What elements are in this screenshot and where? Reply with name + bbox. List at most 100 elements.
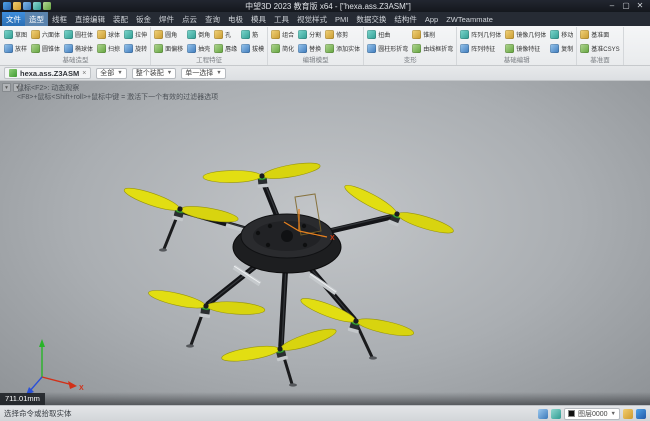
viewport-3d[interactable]: ▾ ▾ 鼠标<F2>: 动态观察 <F8>+鼠标<Shift+roll>+鼠标中…: [0, 81, 650, 405]
viewport-bottom-shade: [0, 392, 650, 405]
ribbon-tab-7[interactable]: 点云: [178, 12, 201, 26]
ribbon-tab-17[interactable]: ZWTeammate: [442, 12, 497, 26]
ribbon-tab-12[interactable]: 视觉样式: [293, 12, 331, 26]
ribbon: 草图放样六面体圆锥体圆柱体椭球体球体扫掠拉伸旋转基础造型圆角面偏移倒角抽壳孔唇缘…: [0, 26, 650, 66]
ribbon-button-box[interactable]: 六面体: [30, 27, 61, 41]
ribbon-button-sweep[interactable]: 扫掠: [96, 42, 121, 56]
ribbon-button-rib[interactable]: 筋: [240, 27, 265, 41]
ribbon-button-loft[interactable]: 放样: [3, 42, 28, 56]
ribbon-button-label: 简化: [282, 44, 294, 53]
ribbon-button-face-offset[interactable]: 面偏移: [153, 42, 184, 56]
ribbon-tab-9[interactable]: 电极: [224, 12, 247, 26]
document-tab[interactable]: hexa.ass.Z3ASM ×: [4, 67, 91, 79]
ribbon-button-cone[interactable]: 圆锥体: [30, 42, 61, 56]
ribbon-button-sphere[interactable]: 球体: [96, 27, 121, 41]
redo-icon[interactable]: [43, 2, 51, 10]
ribbon-button-label: 基准面: [591, 30, 609, 39]
ribbon-button-wireframe-bend[interactable]: 由线框折弯: [411, 42, 454, 56]
ribbon-button-draft[interactable]: 拔模: [240, 42, 265, 56]
open-file-icon[interactable]: [13, 2, 21, 10]
ribbon-tab-13[interactable]: PMI: [331, 12, 352, 26]
ribbon-button-divide[interactable]: 分割: [297, 27, 322, 41]
ribbon-button-fillet[interactable]: 圆角: [153, 27, 184, 41]
sketch-icon: [4, 30, 13, 39]
ribbon-tab-5[interactable]: 钣金: [132, 12, 155, 26]
ribbon-tab-4[interactable]: 装配: [109, 12, 132, 26]
maximize-button[interactable]: ▢: [619, 0, 633, 12]
ribbon-button-label: 阵列几何体: [471, 30, 501, 39]
ribbon-button-lip[interactable]: 唇缘: [213, 42, 238, 56]
ribbon-button-replace[interactable]: 替换: [297, 42, 322, 56]
ribbon-button-add-shape[interactable]: 添加实体: [324, 42, 361, 56]
viewport-canvas[interactable]: X: [0, 81, 650, 405]
window-title: 中望3D 2023 教育版 x64 - ["hexa.ass.Z3ASM"]: [51, 1, 605, 12]
mirror-feature-icon: [505, 44, 514, 53]
ribbon-button-cylinder[interactable]: 圆柱体: [63, 27, 94, 41]
drone-3d-model[interactable]: X: [120, 159, 457, 387]
ribbon-group-4: 阵列几何体阵列特征镜像几何体镜像特征移动复制基础编辑: [457, 27, 577, 65]
ribbon-button-move[interactable]: 移动: [549, 27, 574, 41]
twist-icon: [367, 30, 376, 39]
ribbon-button-pattern-geometry[interactable]: 阵列几何体: [459, 27, 502, 41]
ribbon-button-datum-plane[interactable]: 基准面: [579, 27, 620, 41]
combine-icon: [271, 30, 280, 39]
ribbon-button-cylindrical-bend[interactable]: 圆柱形折弯: [366, 42, 409, 56]
quick-access-toolbar: [3, 2, 51, 10]
ribbon-button-label: 拉伸: [135, 30, 147, 39]
cylindrical-bend-icon: [367, 44, 376, 53]
ribbon-button-chamfer[interactable]: 倒角: [186, 27, 211, 41]
ribbon-tab-16[interactable]: App: [421, 12, 442, 26]
ribbon-tab-2[interactable]: 线框: [48, 12, 71, 26]
cone-icon: [31, 44, 40, 53]
ribbon-button-trim[interactable]: 修剪: [324, 27, 361, 41]
app-logo-icon: [3, 2, 11, 10]
ribbon-button-extrude[interactable]: 拉伸: [123, 27, 148, 41]
layer-manager-icon[interactable]: [623, 409, 633, 419]
cylinder-icon: [64, 30, 73, 39]
ribbon-button-ellipsoid[interactable]: 椭球体: [63, 42, 94, 56]
ribbon-tab-8[interactable]: 查询: [201, 12, 224, 26]
ribbon-tab-1[interactable]: 造型: [25, 12, 48, 26]
ribbon-button-taper[interactable]: 锥削: [411, 27, 454, 41]
pattern-feature-icon: [460, 44, 469, 53]
undo-icon[interactable]: [33, 2, 41, 10]
ribbon-tab-10[interactable]: 模具: [247, 12, 270, 26]
document-close-icon[interactable]: ×: [82, 70, 86, 77]
ribbon-button-hole[interactable]: 孔: [213, 27, 238, 41]
fillet-icon: [154, 30, 163, 39]
scope-filter-combo[interactable]: 整个装配 ▼: [132, 68, 176, 79]
ribbon-button-twist[interactable]: 扭曲: [366, 27, 409, 41]
ribbon-tab-6[interactable]: 焊件: [155, 12, 178, 26]
ribbon-tab-15[interactable]: 结构件: [390, 12, 421, 26]
save-icon[interactable]: [23, 2, 31, 10]
ribbon-tab-0[interactable]: 文件: [2, 12, 25, 26]
ribbon-group-1: 圆角面偏移倒角抽壳孔唇缘筋拔模工程特征: [151, 27, 268, 65]
ribbon-button-mirror-feature[interactable]: 镜像特征: [504, 42, 547, 56]
close-button[interactable]: ✕: [633, 0, 647, 12]
view-mode-icon[interactable]: [538, 409, 548, 419]
ribbon-button-label: 球体: [108, 30, 120, 39]
zw-assistant-icon[interactable]: [636, 409, 646, 419]
snap-settings-icon[interactable]: [551, 409, 561, 419]
ribbon-button-simplify[interactable]: 简化: [270, 42, 295, 56]
minimize-button[interactable]: –: [605, 0, 619, 12]
ribbon-button-shell[interactable]: 抽壳: [186, 42, 211, 56]
ribbon-button-copy[interactable]: 复制: [549, 42, 574, 56]
pick-mode-combo[interactable]: 单一选择 ▼: [181, 68, 225, 79]
layer-combo[interactable]: 图层0000 ▼: [564, 408, 620, 420]
ribbon-button-revolve[interactable]: 旋转: [123, 42, 148, 56]
ribbon-button-pattern-feature[interactable]: 阵列特征: [459, 42, 502, 56]
rib-icon: [241, 30, 250, 39]
ribbon-tab-3[interactable]: 直接编辑: [71, 12, 109, 26]
ribbon-button-sketch[interactable]: 草图: [3, 27, 28, 41]
chevron-down-icon: ▼: [611, 411, 616, 417]
ribbon-button-label: 修剪: [336, 30, 348, 39]
ribbon-tab-14[interactable]: 数据交换: [352, 12, 390, 26]
ribbon-tab-11[interactable]: 工具: [270, 12, 293, 26]
entity-filter-combo[interactable]: 全部 ▼: [96, 68, 126, 79]
ribbon-button-combine[interactable]: 组合: [270, 27, 295, 41]
status-bar: 选择命令或拾取实体 图层0000 ▼: [0, 405, 650, 421]
divide-icon: [298, 30, 307, 39]
ribbon-button-datum-csys[interactable]: 基准CSYS: [579, 42, 620, 56]
ribbon-button-mirror-geometry[interactable]: 镜像几何体: [504, 27, 547, 41]
